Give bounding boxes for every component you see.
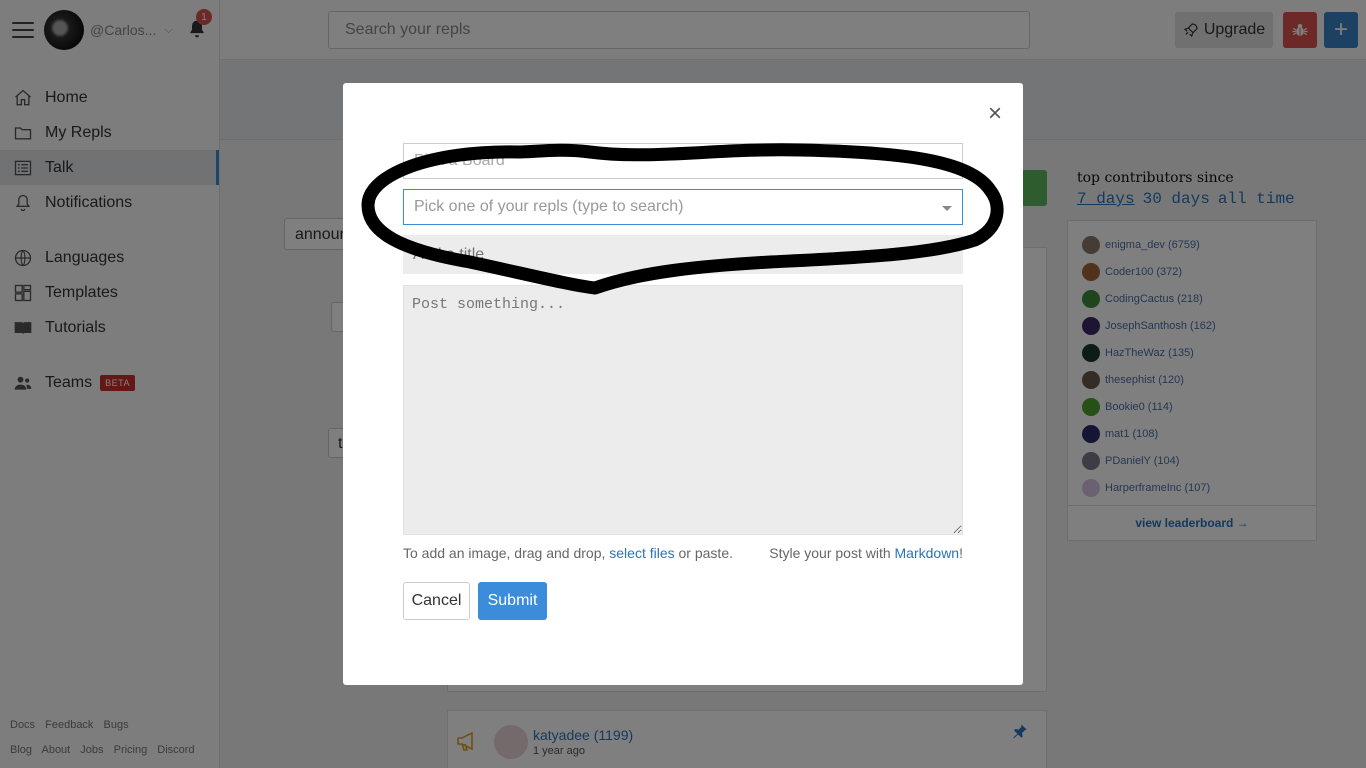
markdown-help: Style your post with Markdown! bbox=[769, 545, 963, 561]
board-select[interactable]: Pick a Board bbox=[403, 143, 963, 179]
help-prefix: To add an image, drag and drop, bbox=[403, 545, 610, 561]
close-icon[interactable]: × bbox=[988, 102, 1002, 126]
submit-button[interactable]: Submit bbox=[478, 582, 547, 620]
new-post-modal: × Pick a Board Pick one of your repls (t… bbox=[343, 83, 1023, 685]
repl-select[interactable]: Pick one of your repls (type to search) bbox=[403, 189, 963, 225]
markdown-link[interactable]: Markdown bbox=[895, 545, 960, 561]
caret-down-icon bbox=[942, 206, 952, 211]
post-title-input[interactable] bbox=[403, 235, 963, 274]
select-files-link[interactable]: select files bbox=[609, 545, 674, 561]
help-suffix: or paste. bbox=[674, 545, 734, 561]
upload-help: To add an image, drag and drop, select f… bbox=[403, 545, 963, 561]
repl-select-placeholder: Pick one of your repls (type to search) bbox=[414, 198, 684, 215]
post-body-textarea[interactable] bbox=[403, 285, 963, 535]
style-suffix: ! bbox=[959, 545, 963, 561]
style-prefix: Style your post with bbox=[769, 545, 895, 561]
cancel-button[interactable]: Cancel bbox=[403, 582, 470, 620]
